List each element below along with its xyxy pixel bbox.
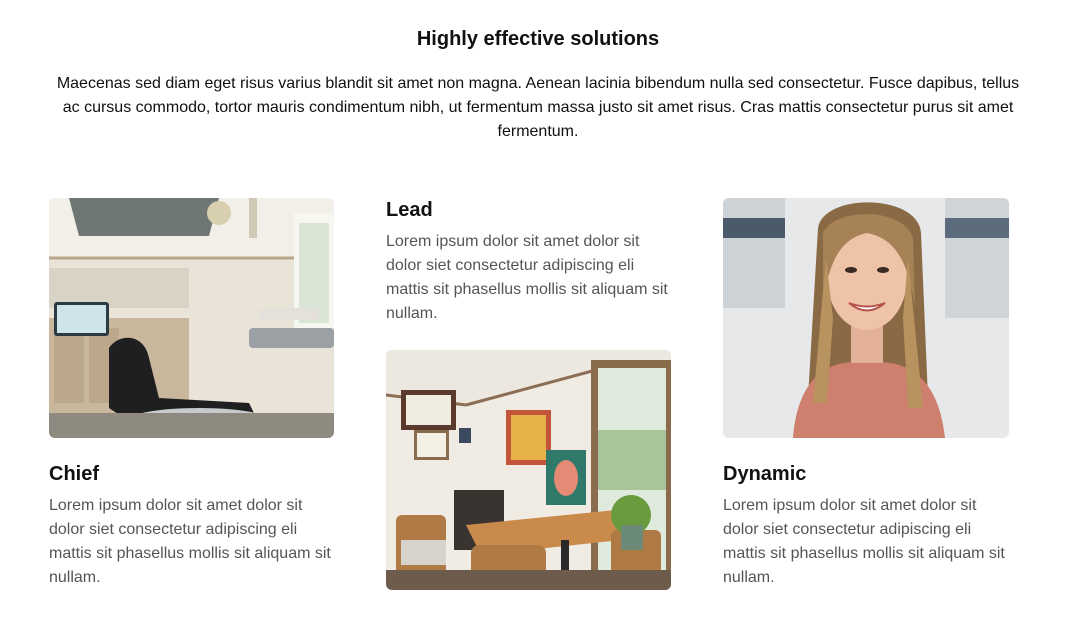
portrait-photo [723, 198, 1009, 438]
card-text-chief: Lorem ipsum dolor sit amet dolor sit dol… [49, 497, 331, 586]
card-text-dynamic: Lorem ipsum dolor sit amet dolor sit dol… [723, 497, 1005, 586]
card-text-lead: Lorem ipsum dolor sit amet dolor sit dol… [386, 233, 668, 322]
card-title-chief: Chief [49, 463, 99, 485]
section-title: Highly effective solutions [416, 28, 660, 50]
card-title-lead: Lead [386, 199, 433, 221]
card-title-dynamic: Dynamic [723, 463, 807, 485]
consultation-room-photo [386, 350, 671, 590]
section-intro: Maecenas sed diam eget risus varius blan… [56, 75, 1020, 140]
dental-office-photo [49, 198, 334, 438]
